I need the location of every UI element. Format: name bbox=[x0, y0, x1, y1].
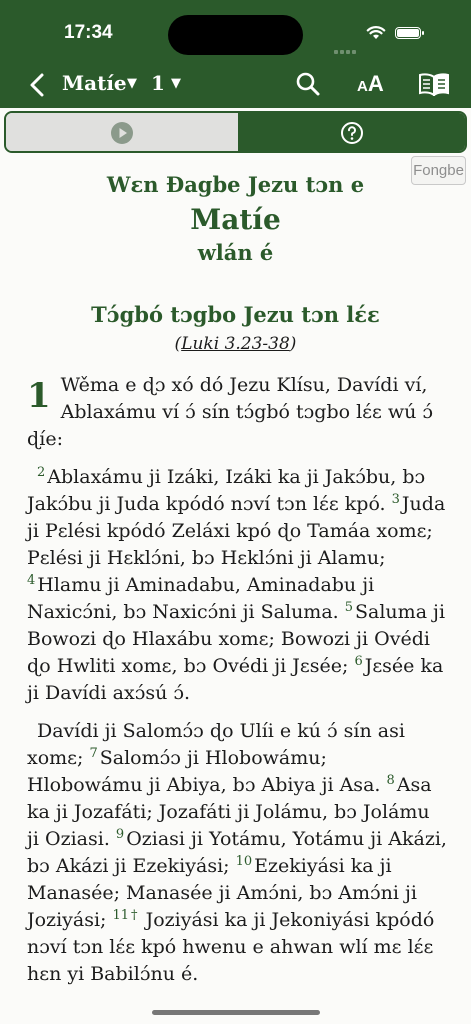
verse-number: 10 bbox=[235, 853, 253, 869]
book-dropdown-caret-icon[interactable]: ▼ bbox=[127, 76, 137, 91]
verse-paragraph: 2 Ablaxámu ji Izáki, Izáki ka ji Jakɔ́bu,… bbox=[27, 464, 447, 707]
chapter-dropdown-caret-icon[interactable]: ▼ bbox=[171, 76, 181, 91]
verse-text: Ablaxámu ji Izáki, Izáki ka ji Jakɔ́bu, … bbox=[27, 466, 426, 515]
nav-bar: Matíe ▼ 1 ▼ AA bbox=[0, 62, 471, 108]
battery-icon bbox=[395, 27, 424, 39]
verse-number: 5 bbox=[344, 599, 354, 615]
verse-number: 8 bbox=[386, 772, 395, 788]
help-icon[interactable] bbox=[340, 121, 364, 145]
book-icon[interactable] bbox=[418, 72, 450, 96]
book-heading-bottom: wlán é bbox=[197, 240, 274, 265]
verse-number: 11 bbox=[112, 907, 130, 923]
verse-paragraph: 1 Wěma e ɖɔ xó dó Jezu Klísu, Davídi ví, … bbox=[27, 372, 447, 453]
chevron-left-icon[interactable] bbox=[28, 72, 46, 98]
play-icon[interactable] bbox=[110, 121, 134, 145]
verse-text: Hlamu ji Aminadabu, Aminadabu ji Naxicɔ́… bbox=[27, 574, 375, 623]
verse-number: 7 bbox=[89, 745, 98, 761]
footnote-marker[interactable]: † bbox=[131, 908, 138, 923]
text-size-small-glyph: A bbox=[357, 78, 368, 95]
verse-number: 3 bbox=[391, 491, 400, 507]
text-size-big-glyph: A bbox=[367, 71, 384, 96]
signal-icon bbox=[334, 39, 358, 58]
verse-number: 6 bbox=[354, 653, 363, 669]
verse-number: 2 bbox=[37, 464, 46, 480]
status-time: 17:34 bbox=[64, 22, 113, 43]
verse-number: 9 bbox=[115, 826, 125, 842]
chapter-number: 1 bbox=[27, 376, 51, 416]
verse-number: 4 bbox=[27, 572, 36, 588]
xref-close-paren: ) bbox=[289, 334, 297, 354]
dynamic-island bbox=[168, 15, 303, 55]
verse-paragraph: Davídi ji Salomɔ́ɔ ɖo Ulíi e kú ɔ́ sín a… bbox=[27, 718, 447, 988]
book-selector[interactable]: Matíe bbox=[62, 71, 127, 95]
help-segment[interactable] bbox=[238, 113, 465, 151]
status-bar: 17:34 bbox=[0, 0, 471, 62]
book-title: Matíe bbox=[190, 203, 281, 236]
text-size-icon[interactable]: AA bbox=[357, 71, 384, 97]
section-heading: Tɔ́gbó tɔgbo Jezu tɔn lɛ́ɛ bbox=[91, 302, 380, 327]
audio-control-bar bbox=[4, 111, 467, 153]
chapter-selector[interactable]: 1 bbox=[151, 71, 165, 95]
wifi-icon bbox=[366, 26, 386, 39]
search-icon[interactable] bbox=[295, 71, 321, 97]
verse-text: Wěma e ɖɔ xó dó Jezu Klísu, Davídi ví, A… bbox=[27, 374, 434, 450]
home-indicator[interactable] bbox=[152, 1010, 320, 1015]
cross-reference-link[interactable]: Luki 3.23-38 bbox=[181, 334, 290, 354]
play-segment[interactable] bbox=[6, 113, 238, 151]
book-heading-top: Wɛn Ɖagbe Jezu tɔn e bbox=[106, 172, 365, 197]
cross-reference: (Luki 3.23-38) bbox=[0, 334, 471, 354]
